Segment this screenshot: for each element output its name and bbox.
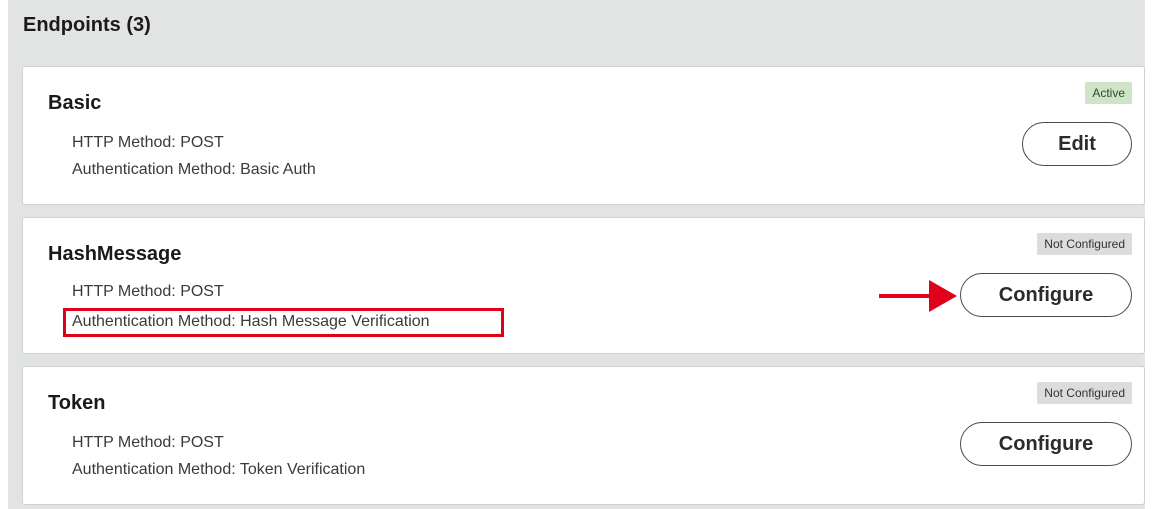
http-method-text: HTTP Method: POST	[72, 283, 224, 300]
endpoint-card-basic: Basic HTTP Method: POST Authentication M…	[22, 66, 1145, 205]
endpoint-name: HashMessage	[48, 243, 182, 265]
auth-method-text: Authentication Method: Token Verificatio…	[72, 461, 366, 478]
status-badge: Active	[1085, 82, 1132, 104]
http-method-text: HTTP Method: POST	[72, 434, 224, 451]
configure-button[interactable]: Configure	[960, 422, 1132, 466]
configure-button[interactable]: Configure	[960, 273, 1132, 317]
edit-button[interactable]: Edit	[1022, 122, 1132, 166]
endpoint-name: Token	[48, 392, 106, 414]
highlight-box	[63, 308, 504, 337]
pointer-arrow-icon	[879, 280, 957, 312]
panel-title: Endpoints (3)	[23, 14, 151, 36]
auth-method-text: Authentication Method: Basic Auth	[72, 161, 316, 178]
endpoint-card-hashmessage: HashMessage HTTP Method: POST Authentica…	[22, 217, 1145, 354]
status-badge: Not Configured	[1037, 382, 1132, 404]
http-method-text: HTTP Method: POST	[72, 134, 224, 151]
status-badge: Not Configured	[1037, 233, 1132, 255]
endpoint-card-token: Token HTTP Method: POST Authentication M…	[22, 366, 1145, 505]
endpoints-panel: Endpoints (3) Basic HTTP Method: POST Au…	[8, 0, 1145, 509]
endpoint-name: Basic	[48, 92, 102, 114]
